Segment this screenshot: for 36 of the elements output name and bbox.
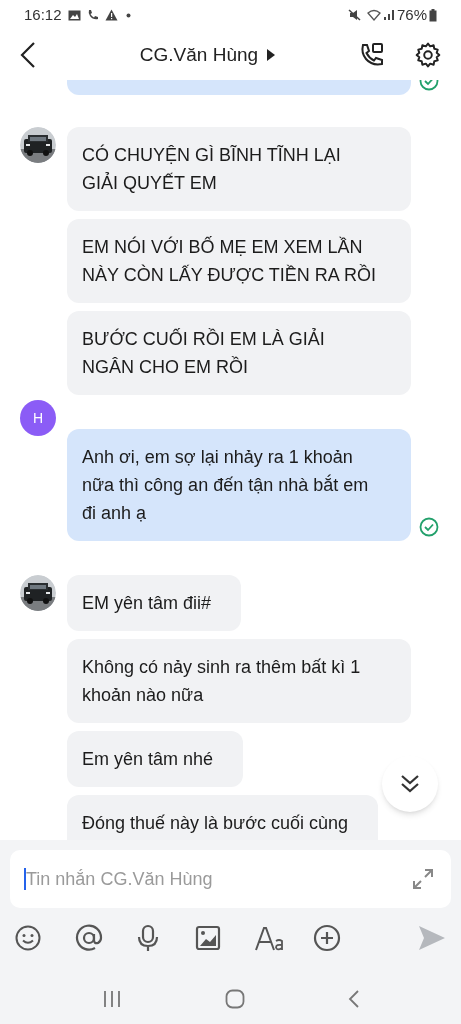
chat-title[interactable]: CG.Văn Hùng (139, 40, 259, 70)
message-bubble: EM yên tâm đii# (67, 575, 242, 631)
message-bubble: CÓ CHUYỆN GÌ BĨNH TĨNH LẠI GIẢI QUYẾT EM (67, 127, 411, 211)
back-icon[interactable] (20, 42, 36, 68)
message-input[interactable]: Tin nhắn CG.Văn Hùng (10, 850, 451, 908)
mention-icon[interactable] (75, 924, 103, 952)
message-bubble: Không có nảy sinh ra thêm bất kì 1 khoản nào nữa (67, 639, 411, 723)
emoji-icon[interactable] (15, 925, 41, 951)
scroll-down-button[interactable] (382, 756, 438, 812)
mute-icon (347, 9, 361, 21)
battery-percent: 76% (396, 4, 427, 25)
settings-icon[interactable] (415, 42, 441, 68)
message-bubble: Anh ơi, em sợ lại nhảy ra 1 khoản nữa thì công an đến tận nhà bắt em đi anh ạ (67, 429, 411, 541)
add-icon[interactable] (313, 924, 341, 952)
avatar[interactable]: H (20, 400, 56, 436)
message-bubble: BƯỚC CUỐI RỒI EM LÀ GIẢI NGÂN CHO EM RỒI (67, 311, 411, 395)
signal-icon (382, 9, 395, 21)
message-bubble: Em yên tâm nhé (67, 731, 244, 787)
wifi-icon (366, 9, 381, 21)
image-icon (67, 9, 81, 21)
battery-icon (429, 8, 437, 22)
video-call-icon[interactable] (359, 42, 385, 68)
double-chevron-icon (399, 773, 421, 795)
home-icon[interactable] (224, 989, 245, 1009)
image-icon[interactable] (195, 925, 221, 951)
message-bubble: Đóng thuế này là bước cuối cùng (67, 795, 379, 840)
caret-icon[interactable] (267, 49, 276, 61)
text-format-icon[interactable] (255, 924, 285, 952)
warning-icon (104, 9, 118, 21)
microphone-icon[interactable] (137, 924, 159, 952)
message-bubble: EM NÓI VỚI BỐ MẸ EM XEM LẦN NÀY CÒN LẤY ĐƯỢC TIỀN RA RỒI (67, 219, 411, 303)
dot-icon (125, 12, 131, 18)
recent-apps-icon[interactable] (101, 990, 122, 1008)
phone-icon (86, 9, 99, 21)
status-time: 16:12 (24, 4, 62, 25)
expand-icon[interactable] (412, 868, 434, 890)
